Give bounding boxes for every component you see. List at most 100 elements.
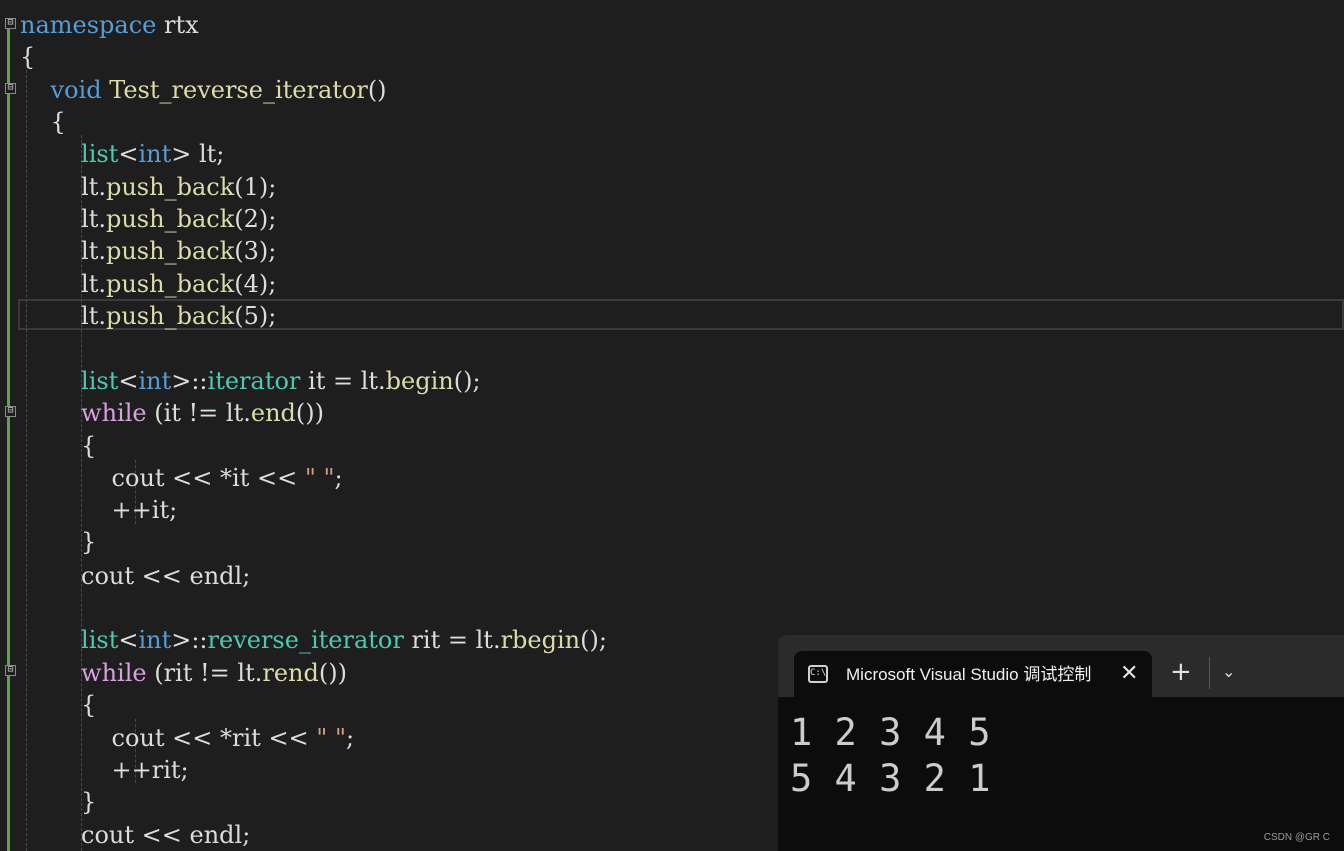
console-icon: C:\ bbox=[808, 665, 828, 683]
fold-toggle-while-2[interactable]: ⊟ bbox=[5, 665, 16, 676]
code-token: { bbox=[20, 108, 66, 136]
code-line: cout << *it << " "; bbox=[20, 462, 343, 494]
code-line: { bbox=[20, 430, 96, 462]
code-token: int bbox=[138, 367, 172, 395]
code-token: list bbox=[81, 140, 119, 168]
code-token: list bbox=[81, 626, 119, 654]
code-token: > lt; bbox=[171, 140, 225, 168]
code-line: } bbox=[20, 526, 96, 558]
code-line: while (rit != lt.rend()) bbox=[20, 657, 347, 689]
code-line: cout << endl; bbox=[20, 560, 250, 592]
code-line: list<int> lt; bbox=[20, 138, 224, 170]
code-token: while bbox=[81, 659, 147, 687]
new-tab-button[interactable]: + bbox=[1170, 657, 1192, 687]
code-token: { bbox=[20, 691, 97, 719]
code-token: rbegin bbox=[500, 626, 581, 654]
code-token: () bbox=[367, 76, 387, 104]
code-token: ; bbox=[346, 724, 355, 752]
code-token: (it != lt. bbox=[146, 399, 251, 427]
code-token: void bbox=[50, 76, 102, 104]
code-token: lt. bbox=[20, 302, 106, 330]
code-token: push_back bbox=[105, 205, 235, 233]
code-line: namespace rtx bbox=[20, 9, 199, 41]
tab-title: Microsoft Visual Studio 调试控制台 bbox=[846, 665, 1091, 684]
tab-separator bbox=[1209, 657, 1210, 689]
code-line: list<int>::iterator it = lt.begin(); bbox=[20, 365, 481, 397]
code-token: end bbox=[250, 399, 296, 427]
code-token: while bbox=[81, 399, 147, 427]
code-line: void Test_reverse_iterator() bbox=[20, 74, 387, 106]
code-token: iterator bbox=[207, 367, 301, 395]
code-token: < bbox=[118, 367, 139, 395]
code-line: ++rit; bbox=[20, 754, 189, 786]
code-line: lt.push_back(5); bbox=[20, 300, 276, 332]
code-token: (4); bbox=[234, 270, 277, 298]
code-token: it = lt. bbox=[300, 367, 386, 395]
code-token: push_back bbox=[105, 173, 235, 201]
code-token: begin bbox=[385, 367, 454, 395]
code-token: ()) bbox=[295, 399, 324, 427]
code-token: lt. bbox=[20, 237, 106, 265]
code-line: { bbox=[20, 106, 66, 138]
code-token: } bbox=[20, 788, 97, 816]
code-token: rtx bbox=[156, 11, 199, 39]
code-token: (2); bbox=[234, 205, 277, 233]
watermark: CSDN @GR C bbox=[1263, 832, 1330, 843]
fold-toggle-while-1[interactable]: ⊟ bbox=[5, 406, 16, 417]
code-token: reverse_iterator bbox=[207, 626, 404, 654]
code-token: rit = lt. bbox=[403, 626, 501, 654]
code-token: ()) bbox=[318, 659, 347, 687]
code-token: push_back bbox=[105, 237, 235, 265]
code-line: while (it != lt.end()) bbox=[20, 397, 324, 429]
code-token: namespace bbox=[20, 11, 157, 39]
code-token: int bbox=[138, 626, 172, 654]
close-icon[interactable]: ✕ bbox=[1120, 661, 1138, 687]
code-token: (1); bbox=[234, 173, 277, 201]
code-token: cout << endl; bbox=[20, 562, 251, 590]
code-token: cout << endl; bbox=[20, 821, 251, 849]
code-token: { bbox=[20, 432, 97, 460]
code-token: < bbox=[118, 626, 139, 654]
code-token: (); bbox=[580, 626, 607, 654]
code-token: { bbox=[20, 43, 36, 71]
console-output-line: 1 2 3 4 5 bbox=[790, 711, 991, 754]
code-line: lt.push_back(4); bbox=[20, 268, 276, 300]
code-line: ++it; bbox=[20, 494, 178, 526]
code-token: (); bbox=[453, 367, 481, 395]
code-line: lt.push_back(2); bbox=[20, 203, 276, 235]
code-token: push_back bbox=[105, 302, 235, 330]
code-line: { bbox=[20, 41, 35, 73]
fold-toggle-function[interactable]: ⊟ bbox=[5, 83, 16, 94]
code-token: lt. bbox=[20, 205, 106, 233]
code-line: cout << endl; bbox=[20, 819, 250, 851]
chevron-down-icon[interactable]: ⌄ bbox=[1222, 661, 1235, 683]
code-token: ++it; bbox=[20, 496, 178, 524]
code-token: cout << *rit << bbox=[20, 724, 317, 752]
code-token: list bbox=[81, 367, 119, 395]
code-token: int bbox=[138, 140, 172, 168]
code-token: cout << *it << bbox=[20, 464, 305, 492]
code-line: { bbox=[20, 689, 96, 721]
terminal-tab-bar: C:\ Microsoft Visual Studio 调试控制台 ✕ + ⌄ bbox=[778, 635, 1344, 697]
code-token: < bbox=[118, 140, 139, 168]
terminal-tab[interactable]: C:\ Microsoft Visual Studio 调试控制台 ✕ bbox=[794, 651, 1152, 697]
code-token: push_back bbox=[105, 270, 235, 298]
code-token: Test_reverse_iterator bbox=[109, 76, 368, 104]
code-line: lt.push_back(3); bbox=[20, 235, 276, 267]
debug-console-window[interactable]: C:\ Microsoft Visual Studio 调试控制台 ✕ + ⌄ … bbox=[778, 635, 1344, 851]
code-token: lt. bbox=[20, 270, 106, 298]
code-line: lt.push_back(1); bbox=[20, 171, 276, 203]
code-line: list<int>::reverse_iterator rit = lt.rbe… bbox=[20, 624, 607, 656]
code-token: rend bbox=[262, 659, 319, 687]
code-token: (5); bbox=[234, 302, 277, 330]
code-token: " " bbox=[304, 464, 335, 492]
code-token: lt. bbox=[20, 173, 106, 201]
fold-toggle-namespace[interactable]: ⊟ bbox=[5, 18, 16, 29]
code-line: } bbox=[20, 786, 96, 818]
